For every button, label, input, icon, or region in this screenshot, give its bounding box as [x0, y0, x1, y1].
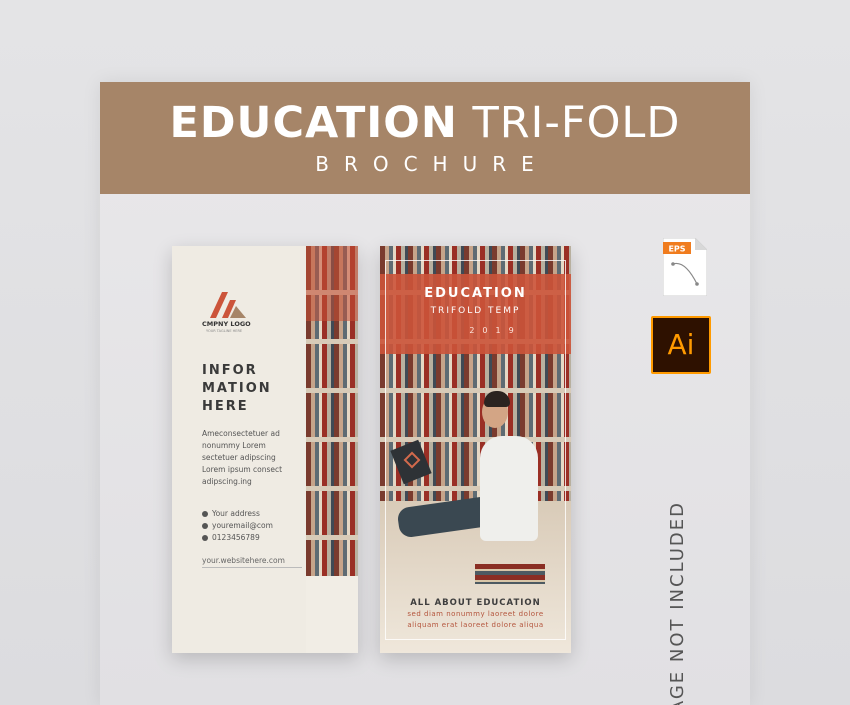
image-not-included-note: IMAGE NOT INCLUDED	[667, 480, 688, 705]
bottom-text-line: aliquam erat laoreet dolore aliqua	[407, 621, 544, 629]
body-line: adipscing.ing	[202, 477, 252, 486]
contact-email: youremail@com	[202, 520, 306, 531]
contact-address: Your address	[202, 508, 306, 519]
bottom-title: ALL ABOUT EDUCATION	[410, 598, 541, 608]
brochure-panel-left: CMPNY LOGO YOUR TAGLINE HERE INFOR MATIO…	[172, 246, 358, 653]
banner-title-light: TRI-FOLD	[457, 98, 681, 148]
info-heading: INFOR MATION HERE	[202, 362, 302, 416]
bottom-text-line: sed diam nonummy laoreet dolore	[407, 610, 544, 618]
body-line: sectetuer adipscing	[202, 453, 276, 462]
company-logo-icon	[210, 292, 246, 318]
contact-address-text: Your address	[212, 509, 260, 518]
body-line: Ameconsectetuer ad	[202, 429, 280, 438]
logo-name: CMPNY LOGO	[202, 320, 251, 328]
info-heading-line: INFOR	[202, 363, 258, 378]
side-note-text: IMAGE NOT INCLUDED	[667, 501, 688, 705]
illustrator-icon: Ai	[651, 316, 711, 374]
body-line: Lorem ipsum consect	[202, 465, 283, 474]
logo-tagline: YOUR TAGLINE HERE	[206, 329, 243, 333]
photo-color-overlay	[306, 246, 358, 321]
eps-file-icon: EPS	[663, 238, 707, 296]
body-line: nonummy Lorem	[202, 441, 266, 450]
title-banner: EDUCATION TRI-FOLD BROCHURE	[100, 82, 750, 194]
location-icon	[202, 511, 208, 517]
info-column: CMPNY LOGO YOUR TAGLINE HERE INFOR MATIO…	[172, 246, 306, 653]
preview-card: EDUCATION TRI-FOLD BROCHURE CMPNY LOGO Y…	[100, 82, 750, 705]
info-heading-line: HERE	[202, 399, 249, 414]
contact-email-text: youremail@com	[212, 521, 273, 530]
banner-title-bold: EDUCATION	[169, 98, 458, 148]
info-body: Ameconsectetuer ad nonummy Lorem sectetu…	[202, 428, 306, 488]
info-heading-line: MATION	[202, 381, 272, 396]
contact-phone-text: 0123456789	[212, 533, 260, 542]
mail-icon	[202, 523, 208, 529]
contact-phone: 0123456789	[202, 532, 306, 543]
brochure-panel-right: EDUCATION TRIFOLD TEMP 2019 ALL ABOUT ED…	[380, 246, 571, 653]
website-text: your.websitehere.com	[202, 556, 302, 568]
banner-subtitle: BROCHURE	[315, 152, 549, 176]
banner-title: EDUCATION TRI-FOLD	[100, 98, 750, 148]
eps-label: EPS	[668, 245, 685, 254]
phone-icon	[202, 535, 208, 541]
photo-frame	[385, 260, 566, 640]
